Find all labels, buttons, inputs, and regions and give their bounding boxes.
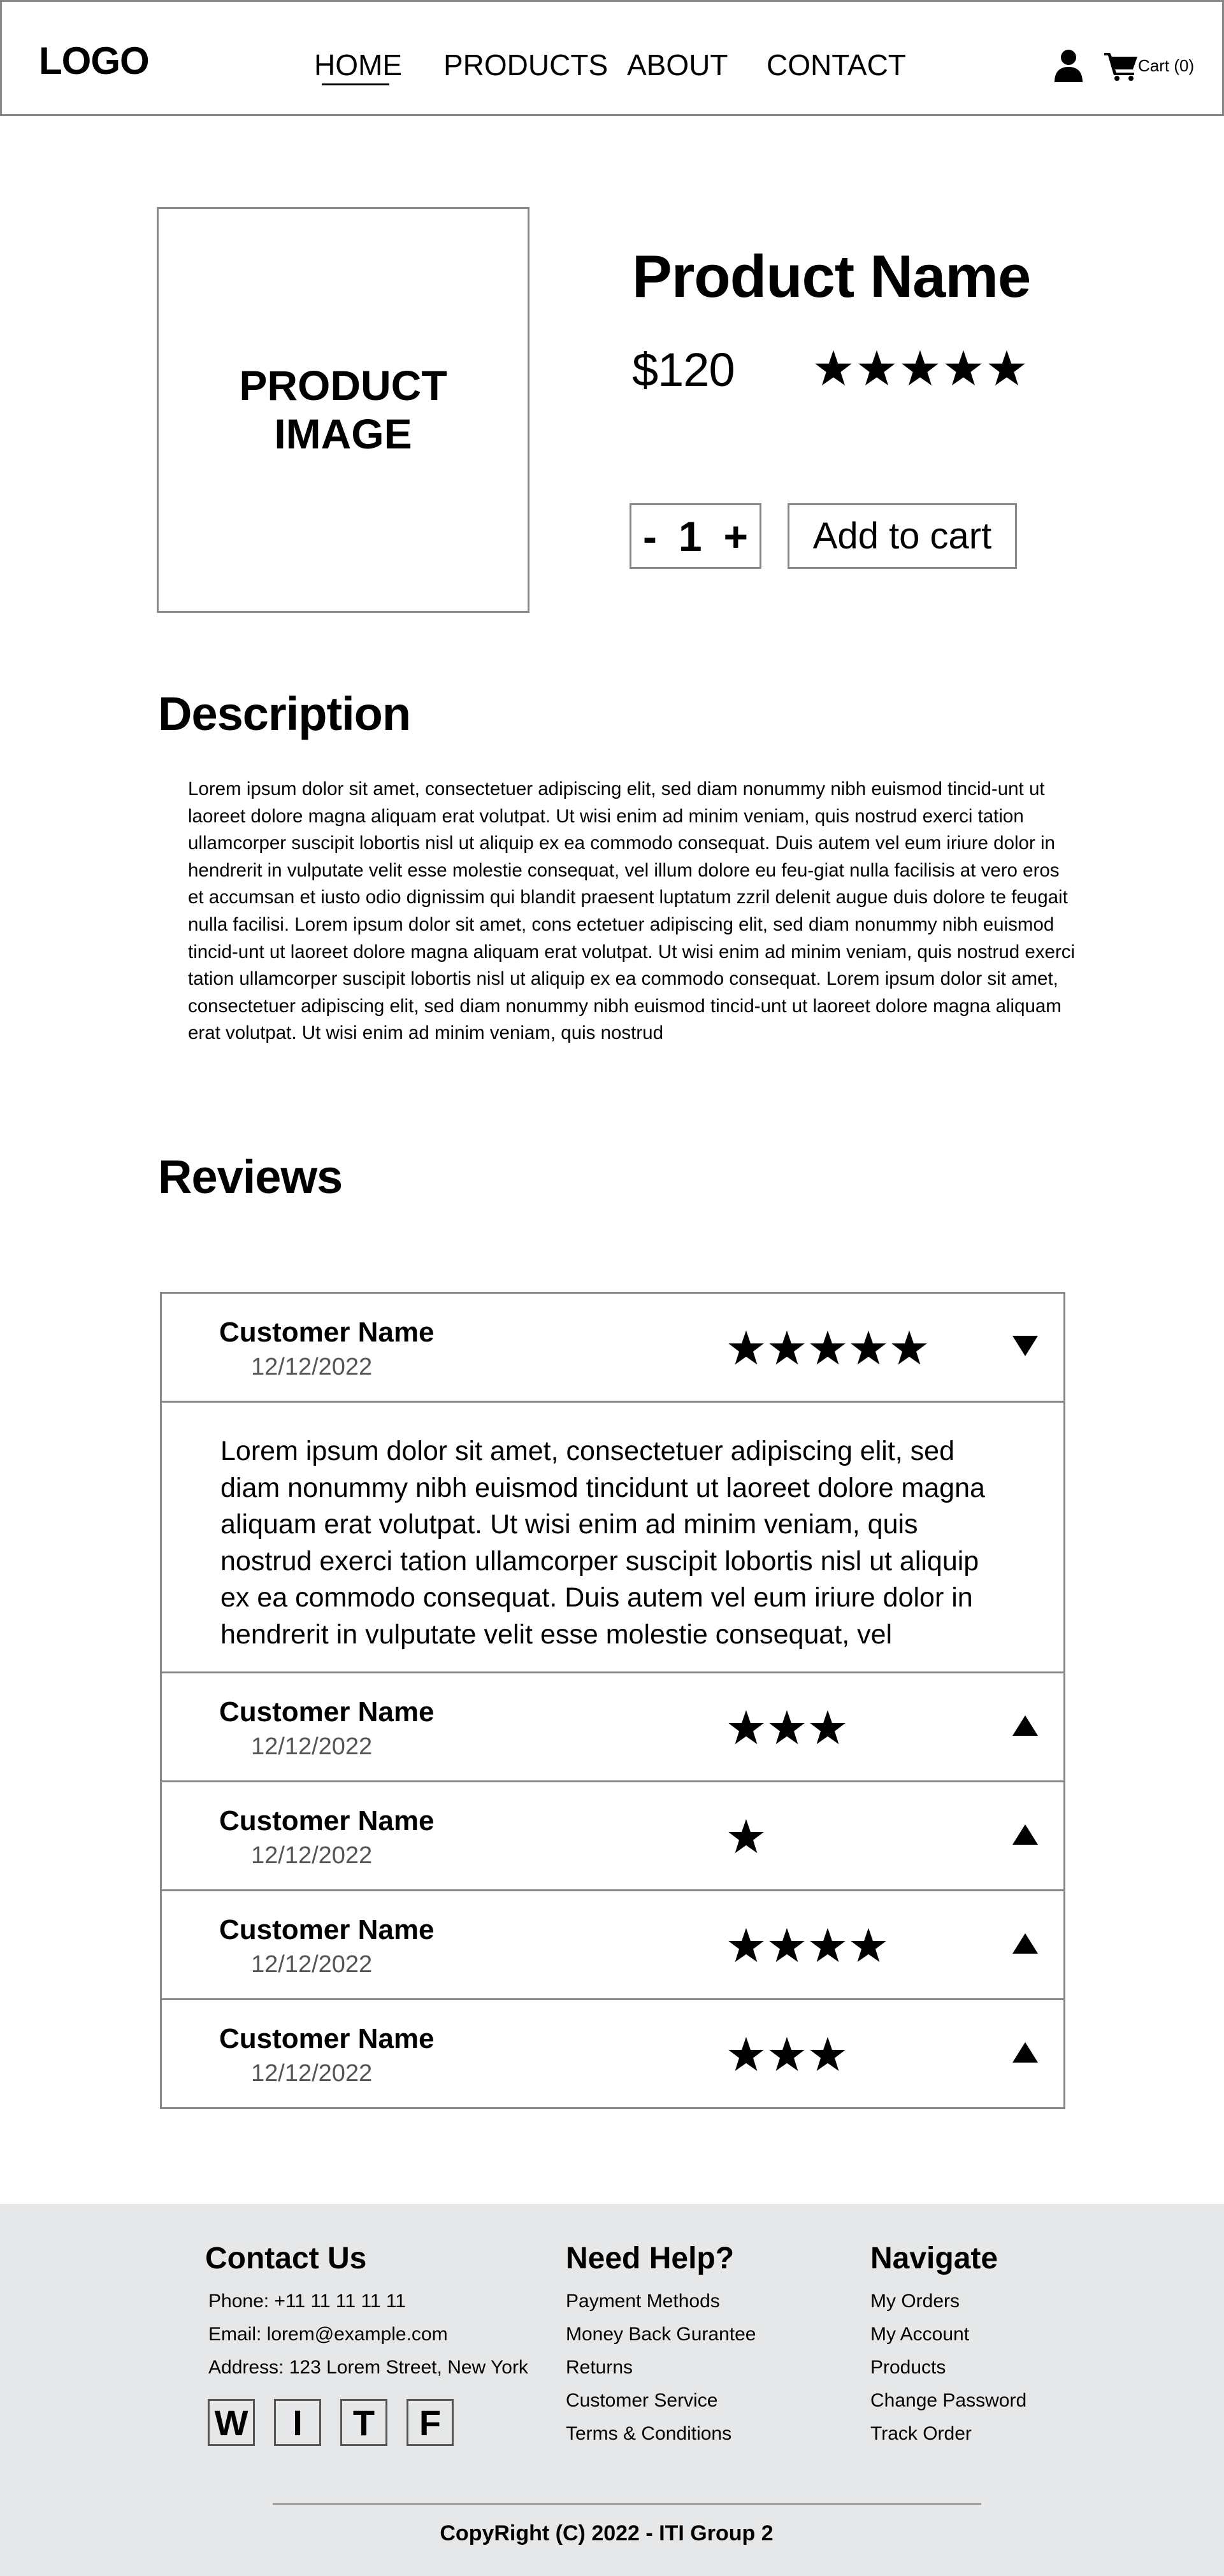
review-item: Customer Name 12/12/2022: [162, 1889, 1063, 1998]
quantity-stepper: - 1 +: [630, 503, 761, 569]
reviews-heading: Reviews: [158, 1150, 343, 1203]
review-date: 12/12/2022: [251, 1951, 373, 1978]
star-icon: [810, 1710, 846, 1745]
star-icon: [851, 1330, 886, 1365]
star-icon: [945, 350, 982, 385]
nav-contact[interactable]: CONTACT: [767, 48, 906, 82]
review-item: Customer Name 12/12/2022: [162, 1998, 1063, 2107]
social-i-icon[interactable]: I: [274, 2399, 321, 2446]
star-icon: [728, 1819, 764, 1854]
footer-link-money-back[interactable]: Money Back Gurantee: [566, 2324, 756, 2345]
review-rating: [728, 2036, 846, 2073]
nav-home[interactable]: HOME: [314, 48, 402, 82]
footer-navigate-heading: Navigate: [870, 2242, 998, 2275]
star-icon: [769, 2036, 805, 2072]
star-icon: [810, 1928, 846, 1963]
footer-phone: Phone: +11 11 11 11 11: [208, 2291, 406, 2312]
review-date: 12/12/2022: [251, 1733, 373, 1760]
increase-quantity-button[interactable]: +: [723, 512, 748, 561]
review-date: 12/12/2022: [251, 2060, 373, 2087]
logo[interactable]: LOGO: [39, 39, 150, 83]
expand-toggle-icon[interactable]: [1012, 1932, 1038, 1955]
footer-link-my-orders[interactable]: My Orders: [870, 2291, 960, 2312]
star-icon: [728, 1710, 764, 1745]
star-icon: [769, 1710, 805, 1745]
description-heading: Description: [158, 687, 411, 740]
expand-toggle-icon[interactable]: [1012, 1714, 1038, 1737]
star-icon: [769, 1330, 805, 1365]
footer-link-my-account[interactable]: My Account: [870, 2324, 969, 2345]
star-icon: [769, 1928, 805, 1963]
product-image-label: PRODUCT IMAGE: [239, 361, 447, 457]
nav-about[interactable]: ABOUT: [627, 48, 728, 82]
expand-toggle-icon[interactable]: [1012, 1823, 1038, 1846]
review-header[interactable]: Customer Name 12/12/2022: [162, 2000, 1063, 2107]
social-f-icon[interactable]: F: [407, 2399, 454, 2446]
star-icon: [988, 350, 1025, 385]
social-w-icon[interactable]: W: [208, 2399, 255, 2446]
star-icon: [858, 350, 895, 385]
footer-link-track-order[interactable]: Track Order: [870, 2423, 972, 2445]
footer-address: Address: 123 Lorem Street, New York: [208, 2357, 528, 2378]
expand-toggle-icon[interactable]: [1012, 2041, 1038, 2064]
footer-link-returns[interactable]: Returns: [566, 2357, 633, 2379]
footer-link-terms[interactable]: Terms & Conditions: [566, 2423, 731, 2445]
cart-label[interactable]: Cart (0): [1138, 56, 1194, 76]
star-icon: [902, 350, 939, 385]
review-header[interactable]: Customer Name 12/12/2022: [162, 1782, 1063, 1889]
review-header[interactable]: Customer Name 12/12/2022: [162, 1891, 1063, 1998]
review-rating: [728, 1709, 846, 1746]
footer-email[interactable]: Email: lorem@example.com: [208, 2324, 448, 2345]
review-rating: [728, 1927, 887, 1964]
review-header[interactable]: Customer Name 12/12/2022: [162, 1673, 1063, 1780]
nav-products[interactable]: PRODUCTS: [443, 48, 608, 82]
quantity-value: 1: [678, 512, 702, 560]
reviewer-name: Customer Name: [219, 1696, 435, 1728]
user-icon[interactable]: [1053, 49, 1084, 82]
star-icon: [891, 1330, 927, 1365]
review-rating: [728, 1329, 928, 1366]
product-rating: [814, 349, 1026, 387]
reviews-list: Customer Name 12/12/2022 Lorem ipsum dolor…: [160, 1292, 1065, 2109]
review-item: Customer Name 12/12/2022: [162, 1780, 1063, 1889]
reviewer-name: Customer Name: [219, 2023, 435, 2054]
footer-link-payment-methods[interactable]: Payment Methods: [566, 2291, 720, 2312]
review-header[interactable]: Customer Name 12/12/2022: [162, 1294, 1063, 1401]
review-rating: [728, 1818, 765, 1855]
star-icon: [810, 1330, 846, 1365]
cart-icon[interactable]: [1104, 50, 1139, 81]
product-image-placeholder: PRODUCT IMAGE: [157, 207, 529, 613]
star-icon: [815, 350, 852, 385]
reviewer-name: Customer Name: [219, 1317, 435, 1348]
star-icon: [728, 1330, 764, 1365]
nav-active-underline: [322, 83, 389, 85]
reviewer-name: Customer Name: [219, 1914, 435, 1945]
review-item: Customer Name 12/12/2022: [162, 1671, 1063, 1780]
reviewer-name: Customer Name: [219, 1805, 435, 1836]
product-name: Product Name: [632, 243, 1031, 310]
add-to-cart-button[interactable]: Add to cart: [788, 503, 1017, 569]
collapse-toggle-icon[interactable]: [1012, 1335, 1038, 1357]
star-icon: [851, 1928, 886, 1963]
star-icon: [728, 2036, 764, 2072]
review-text: Lorem ipsum dolor sit amet, consectetuer…: [162, 1401, 1063, 1671]
footer-link-change-password[interactable]: Change Password: [870, 2390, 1026, 2412]
site-header: LOGO HOME PRODUCTS ABOUT CONTACT Cart (0…: [0, 0, 1224, 116]
social-t-icon[interactable]: T: [340, 2399, 387, 2446]
footer-link-customer-service[interactable]: Customer Service: [566, 2390, 717, 2412]
review-date: 12/12/2022: [251, 1354, 373, 1380]
star-icon: [728, 1928, 764, 1963]
decrease-quantity-button[interactable]: -: [643, 512, 657, 561]
review-item: Customer Name 12/12/2022 Lorem ipsum dolor…: [162, 1294, 1063, 1671]
product-price: $120: [632, 343, 735, 396]
footer-divider: [273, 2503, 981, 2505]
star-icon: [810, 2036, 846, 2072]
review-date: 12/12/2022: [251, 1842, 373, 1869]
footer-contact-heading: Contact Us: [205, 2242, 367, 2275]
footer-help-heading: Need Help?: [566, 2242, 735, 2275]
description-text: Lorem ipsum dolor sit amet, consectetuer…: [188, 778, 1076, 1044]
footer-link-products[interactable]: Products: [870, 2357, 946, 2379]
copyright: CopyRight (C) 2022 - ITI Group 2: [440, 2521, 774, 2545]
